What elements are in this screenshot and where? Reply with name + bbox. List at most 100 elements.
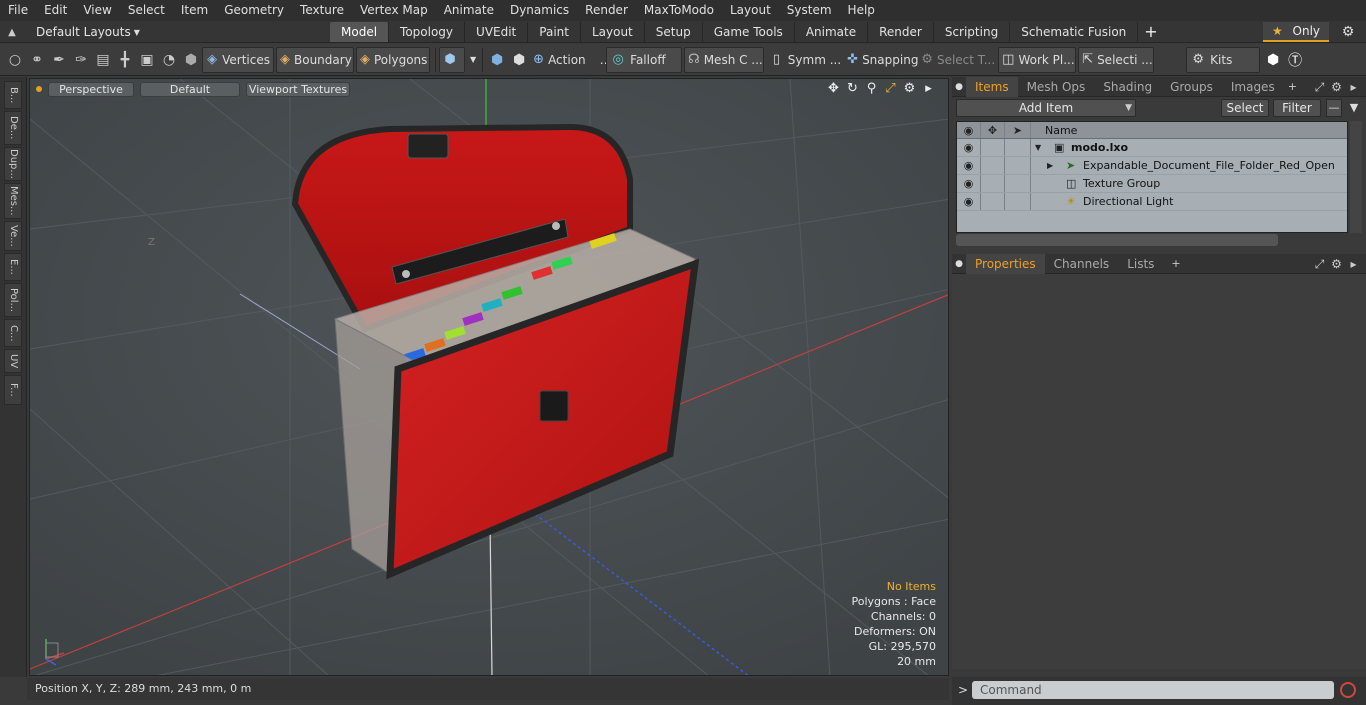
pen-icon[interactable]: ✒ xyxy=(48,47,70,73)
snapping-button[interactable]: ✜ Snapping xyxy=(844,47,918,73)
zoom-view-icon[interactable]: ⚲ xyxy=(862,81,881,97)
symmetry-button[interactable]: ▯ Symm ... xyxy=(766,47,844,73)
tab-shading[interactable]: Shading xyxy=(1094,77,1161,97)
tree-row-scene[interactable]: ◉ ▼ ▣ modo.lxo xyxy=(957,139,1347,157)
viewport-3d[interactable]: Z Perspective Default Viewport Textures … xyxy=(29,78,949,676)
sidebar-tab-vertex[interactable]: Ve... xyxy=(4,221,22,251)
collapse-arrow-icon[interactable]: ▼ xyxy=(1035,139,1041,157)
tab-groups[interactable]: Groups xyxy=(1161,77,1222,97)
tab-lists[interactable]: Lists xyxy=(1118,254,1163,274)
viewport-options-dot[interactable] xyxy=(36,86,42,92)
clock-icon[interactable]: ◔ xyxy=(158,47,180,73)
record-macro-icon[interactable] xyxy=(1340,682,1356,698)
viewport-scene[interactable]: Z xyxy=(30,79,949,676)
gear-icon[interactable]: ⚙ xyxy=(1338,23,1358,41)
move-view-icon[interactable]: ✥ xyxy=(824,81,843,97)
falloff-button[interactable]: ◎ Falloff xyxy=(606,46,683,73)
sidebar-tab-fusion[interactable]: F... xyxy=(4,375,22,405)
layout-up-icon[interactable]: ▲ xyxy=(0,27,24,38)
eye-icon[interactable]: ◉ xyxy=(957,139,981,156)
tree-row-light[interactable]: ◉ ☀ Directional Light xyxy=(957,193,1347,211)
expand-panel-icon[interactable]: ⤢ xyxy=(1311,254,1328,274)
shield-white-icon[interactable]: ⬢ xyxy=(508,47,530,73)
frame-icon[interactable]: ▣ xyxy=(136,47,158,73)
tab-model[interactable]: Model xyxy=(330,22,390,42)
viewport-gear-icon[interactable]: ⚙ xyxy=(900,81,919,97)
item-mode-button[interactable]: ⬢ xyxy=(439,46,465,73)
menu-texture[interactable]: Texture xyxy=(292,0,352,21)
eye-icon[interactable]: ◉ xyxy=(957,175,981,192)
align-icon[interactable]: ▤ xyxy=(92,47,114,73)
funnel-icon[interactable]: ▼ xyxy=(1346,99,1362,117)
shield-icon[interactable]: ⬢ xyxy=(180,47,202,73)
item-mode-dropdown[interactable]: ▼ xyxy=(467,47,479,73)
sidebar-tab-edge[interactable]: E... xyxy=(4,253,22,281)
menu-maxtomodo[interactable]: MaxToModo xyxy=(636,0,722,21)
name-column-header[interactable]: Name xyxy=(1045,122,1077,139)
visibility-column-eye-icon[interactable]: ◉ xyxy=(957,122,981,138)
rotate-view-icon[interactable]: ↻ xyxy=(843,81,862,97)
brush-icon[interactable]: ✑ xyxy=(70,47,92,73)
menu-edit[interactable]: Edit xyxy=(36,0,75,21)
tab-channels[interactable]: Channels xyxy=(1045,254,1119,274)
sidebar-tab-polygon[interactable]: Pol... xyxy=(4,283,22,317)
add-tab-icon[interactable]: + xyxy=(1163,257,1180,270)
select-through-button[interactable]: ⚙ Select T... xyxy=(918,47,998,73)
tree-horizontal-scrollbar[interactable] xyxy=(956,234,1278,246)
tab-setup[interactable]: Setup xyxy=(645,22,703,42)
action-button[interactable]: ⊕ Action … xyxy=(530,47,612,73)
tab-mesh-ops[interactable]: Mesh Ops xyxy=(1018,77,1095,97)
sidebar-tab-duplicate[interactable]: Dup... xyxy=(4,147,22,181)
filter-button[interactable]: Filter xyxy=(1273,99,1321,117)
kits-button[interactable]: ⚙ Kits xyxy=(1186,46,1261,73)
globe-icon[interactable]: ⚭ xyxy=(26,47,48,73)
unreal-icon[interactable]: Ⓣ xyxy=(1284,47,1306,73)
collapse-icon[interactable]: — xyxy=(1326,99,1342,117)
shading-dropdown[interactable]: Default xyxy=(140,81,240,97)
tab-game-tools[interactable]: Game Tools xyxy=(703,22,795,42)
layout-dropdown[interactable]: Default Layouts xyxy=(24,25,134,39)
selection-sets-button[interactable]: ⇱ Selecti ... xyxy=(1078,46,1155,73)
expand-panel-icon[interactable]: ⤢ xyxy=(1311,77,1328,97)
tab-properties[interactable]: Properties xyxy=(966,253,1045,274)
locator-column-icon[interactable]: ➤ xyxy=(1005,122,1031,138)
textures-dropdown[interactable]: Viewport Textures xyxy=(246,81,350,97)
work-plane-button[interactable]: ◫ Work Pl... xyxy=(998,46,1077,73)
unity-icon[interactable]: ⬢ xyxy=(1262,47,1284,73)
tab-scripting[interactable]: Scripting xyxy=(934,22,1011,42)
panel-arrow-icon[interactable]: ▸ xyxy=(1345,77,1362,97)
menu-dynamics[interactable]: Dynamics xyxy=(502,0,577,21)
sidebar-tab-curve[interactable]: C... xyxy=(4,319,22,347)
lock-column-icon[interactable]: ✥ xyxy=(981,122,1005,138)
menu-item[interactable]: Item xyxy=(173,0,216,21)
sidebar-tab-deform[interactable]: De... xyxy=(4,111,22,145)
menu-view[interactable]: View xyxy=(75,0,119,21)
center-icon[interactable]: ╋ xyxy=(114,47,136,73)
menu-vertex-map[interactable]: Vertex Map xyxy=(352,0,436,21)
shield-blue-icon[interactable]: ⬢ xyxy=(486,47,508,73)
menu-help[interactable]: Help xyxy=(840,0,883,21)
tab-items[interactable]: Items xyxy=(966,76,1018,97)
tab-paint[interactable]: Paint xyxy=(528,22,581,42)
sidebar-tab-basic[interactable]: B... xyxy=(4,81,22,109)
chevron-down-icon[interactable]: ▼ xyxy=(134,28,140,37)
view-mode-dropdown[interactable]: Perspective xyxy=(48,81,134,97)
only-button[interactable]: ★ Only xyxy=(1263,22,1329,42)
sidebar-tab-mesh-edit[interactable]: Mes... xyxy=(4,183,22,219)
layout-switcher[interactable]: ▲ Default Layouts ▼ xyxy=(0,21,140,43)
command-input[interactable]: Command xyxy=(972,681,1334,699)
tab-layout[interactable]: Layout xyxy=(581,22,645,42)
add-item-button[interactable]: Add Item ▼ xyxy=(956,99,1136,117)
fit-view-icon[interactable]: ⤢ xyxy=(881,81,900,97)
panel-gear-icon[interactable]: ⚙ xyxy=(1328,254,1345,274)
menu-select[interactable]: Select xyxy=(120,0,173,21)
mesh-constraint-button[interactable]: ☊ Mesh C ... xyxy=(684,46,765,73)
sidebar-tab-uv[interactable]: UV xyxy=(4,349,22,373)
add-tab-icon[interactable]: + xyxy=(1138,22,1163,42)
circle-select-icon[interactable]: ○ xyxy=(4,47,26,73)
polygons-button[interactable]: ◈ Polygons xyxy=(356,46,430,73)
vertices-button[interactable]: ◈ Vertices xyxy=(202,46,274,73)
menu-layout[interactable]: Layout xyxy=(722,0,779,21)
menu-render[interactable]: Render xyxy=(577,0,636,21)
eye-icon[interactable]: ◉ xyxy=(957,193,981,210)
